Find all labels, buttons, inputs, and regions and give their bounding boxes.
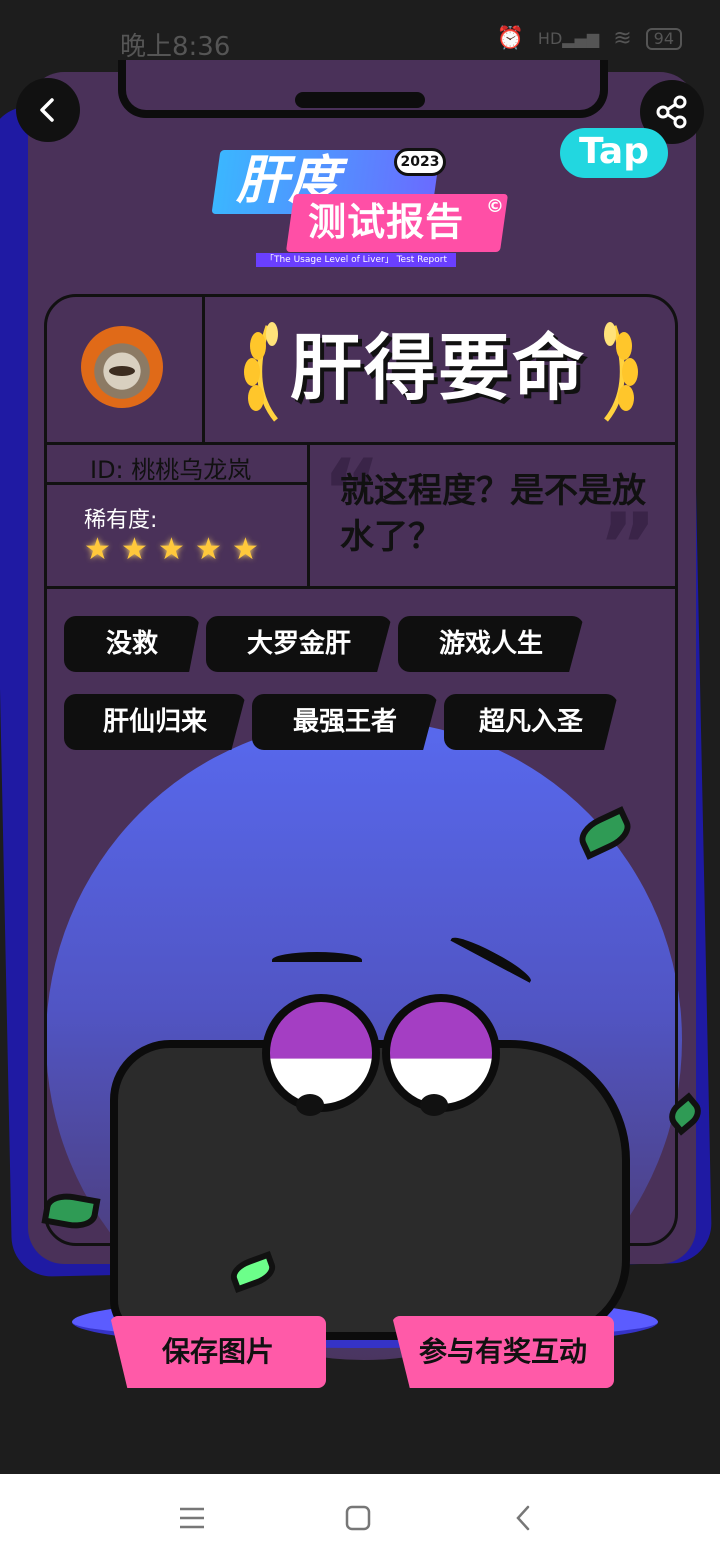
divider xyxy=(46,586,676,589)
share-icon xyxy=(656,95,687,129)
signal-icon: HD▂▄▆ xyxy=(537,29,600,48)
tag-chip: 最强王者 xyxy=(252,694,438,750)
chevron-left-icon xyxy=(40,98,54,122)
network-label: HD xyxy=(537,29,563,48)
save-image-button[interactable]: 保存图片 xyxy=(110,1316,326,1388)
tag-chip: 大罗金肝 xyxy=(206,616,392,672)
status-icons: ⏰ HD▂▄▆ ≋ 94 xyxy=(497,26,682,51)
star-icon: ★ xyxy=(232,532,259,567)
back-button[interactable] xyxy=(16,78,80,142)
phone-notch-bump xyxy=(295,92,425,108)
profile-comment: 就这程度？是不是放水了？ xyxy=(340,471,646,557)
battery-icon: 94 xyxy=(645,27,682,50)
star-icon: ★ xyxy=(158,532,185,567)
participate-button[interactable]: 参与有奖互动 xyxy=(392,1316,614,1388)
tap-logo: Tap xyxy=(560,128,668,178)
rarity-stars: ★ ★ ★ ★ ★ xyxy=(84,532,260,567)
star-icon: ★ xyxy=(121,532,148,567)
avatar xyxy=(81,326,163,408)
divider xyxy=(307,444,310,588)
nav-back-button[interactable] xyxy=(504,1498,544,1538)
nav-menu-button[interactable] xyxy=(172,1498,212,1538)
title-english: 「The Usage Level of Liver」 Test Report xyxy=(256,253,456,267)
mascot-brow-left xyxy=(272,952,362,968)
mascot-eye-right xyxy=(382,994,500,1112)
tag-chip: 超凡入圣 xyxy=(444,694,618,750)
tag-chip: 没救 xyxy=(64,616,200,672)
square-icon xyxy=(345,1505,371,1531)
rank-title: 肝得要命 xyxy=(290,326,587,410)
status-time: 晚上8:36 xyxy=(120,32,231,62)
divider xyxy=(202,296,205,442)
mascot-pupil-right xyxy=(420,1094,448,1116)
wifi-icon: ≋ xyxy=(613,26,632,51)
mascot-eye-left xyxy=(262,994,380,1112)
star-icon: ★ xyxy=(84,532,111,567)
mascot-pupil-left xyxy=(296,1094,324,1116)
alarm-icon: ⏰ xyxy=(496,26,524,51)
phone-notch-frame xyxy=(118,60,608,118)
tag-chip: 游戏人生 xyxy=(398,616,584,672)
year-badge: 2023 xyxy=(394,148,446,176)
title-sub: 测试报告 xyxy=(285,194,509,252)
copyright-mark: © xyxy=(486,196,504,217)
rarity-label: 稀有度: xyxy=(84,508,158,533)
menu-icon xyxy=(180,1507,204,1529)
laurel-left-icon xyxy=(244,322,278,422)
system-nav-bar xyxy=(0,1474,720,1560)
nav-home-button[interactable] xyxy=(338,1498,378,1538)
laurel-right-icon xyxy=(604,322,638,422)
star-icon: ★ xyxy=(195,532,222,567)
user-id: ID: 桃桃乌龙岚 xyxy=(90,456,252,484)
chevron-left-icon xyxy=(516,1505,530,1531)
tag-chip: 肝仙归来 xyxy=(64,694,246,750)
